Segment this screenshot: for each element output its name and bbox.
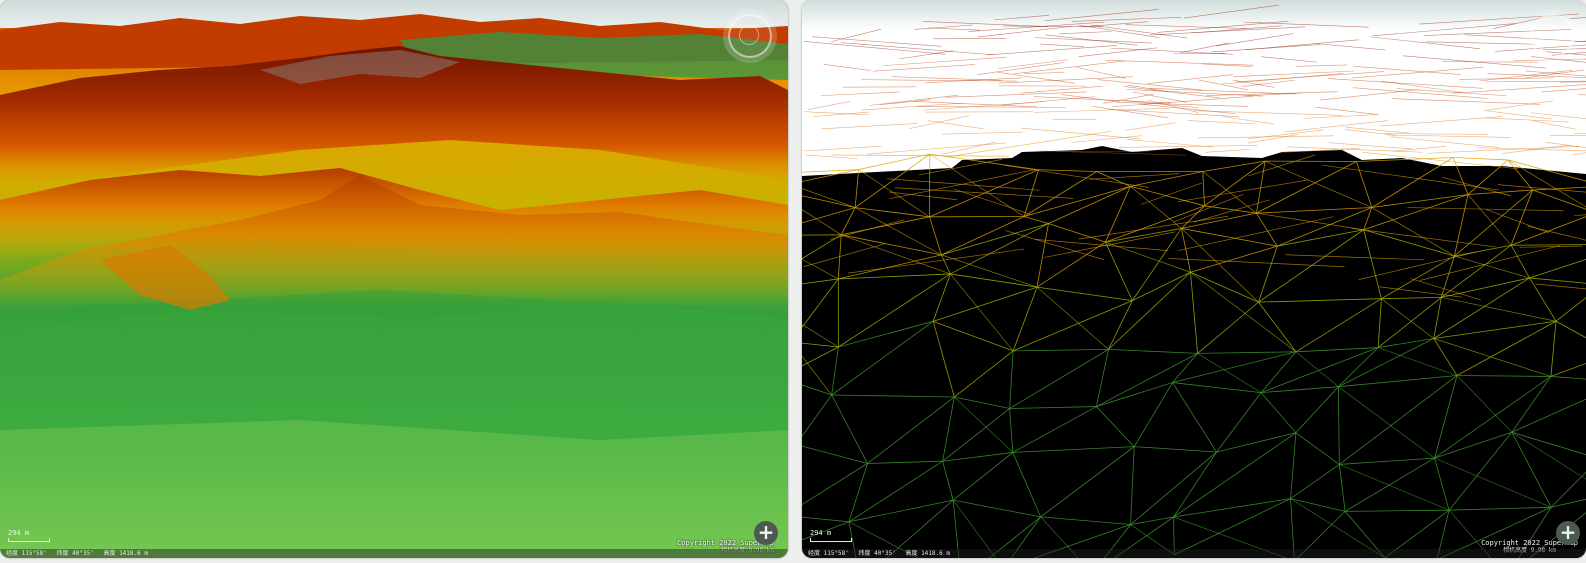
status-bar: 经度 115°58' 纬度 40°35' 高度 1418.6 m bbox=[0, 549, 788, 558]
status-bar: 经度 115°58' 纬度 40°35' 高度 1418.6 m bbox=[802, 549, 1586, 558]
scale-bar: 294 m bbox=[8, 529, 50, 542]
wireframe-terrain-scene[interactable] bbox=[802, 0, 1586, 558]
scale-label: 294 m bbox=[8, 529, 30, 537]
scale-bar-line bbox=[8, 538, 50, 542]
terrain-viewer-right[interactable]: 294 m Copyright 2022 SuperMap 相机高度 9.98 … bbox=[802, 0, 1586, 558]
zoom-in-button[interactable]: + bbox=[754, 521, 778, 545]
scale-bar-line bbox=[810, 538, 852, 542]
status-latitude: 纬度 40°35' bbox=[56, 550, 94, 557]
status-latitude: 纬度 40°35' bbox=[858, 550, 896, 557]
status-height: 高度 1418.6 m bbox=[103, 550, 148, 557]
zoom-in-button[interactable]: + bbox=[1556, 521, 1580, 545]
status-longitude: 经度 115°58' bbox=[6, 550, 47, 557]
scale-bar: 294 m bbox=[810, 529, 852, 542]
compass-icon[interactable] bbox=[1530, 14, 1574, 58]
scale-label: 294 m bbox=[810, 529, 832, 537]
shaded-terrain-scene[interactable] bbox=[0, 0, 788, 558]
status-height: 高度 1418.6 m bbox=[905, 550, 950, 557]
terrain-viewer-left[interactable]: 294 m Copyright 2022 SuperMap 相机高度 9.98 … bbox=[0, 0, 788, 558]
status-longitude: 经度 115°58' bbox=[808, 550, 849, 557]
compass-icon[interactable] bbox=[728, 14, 772, 58]
